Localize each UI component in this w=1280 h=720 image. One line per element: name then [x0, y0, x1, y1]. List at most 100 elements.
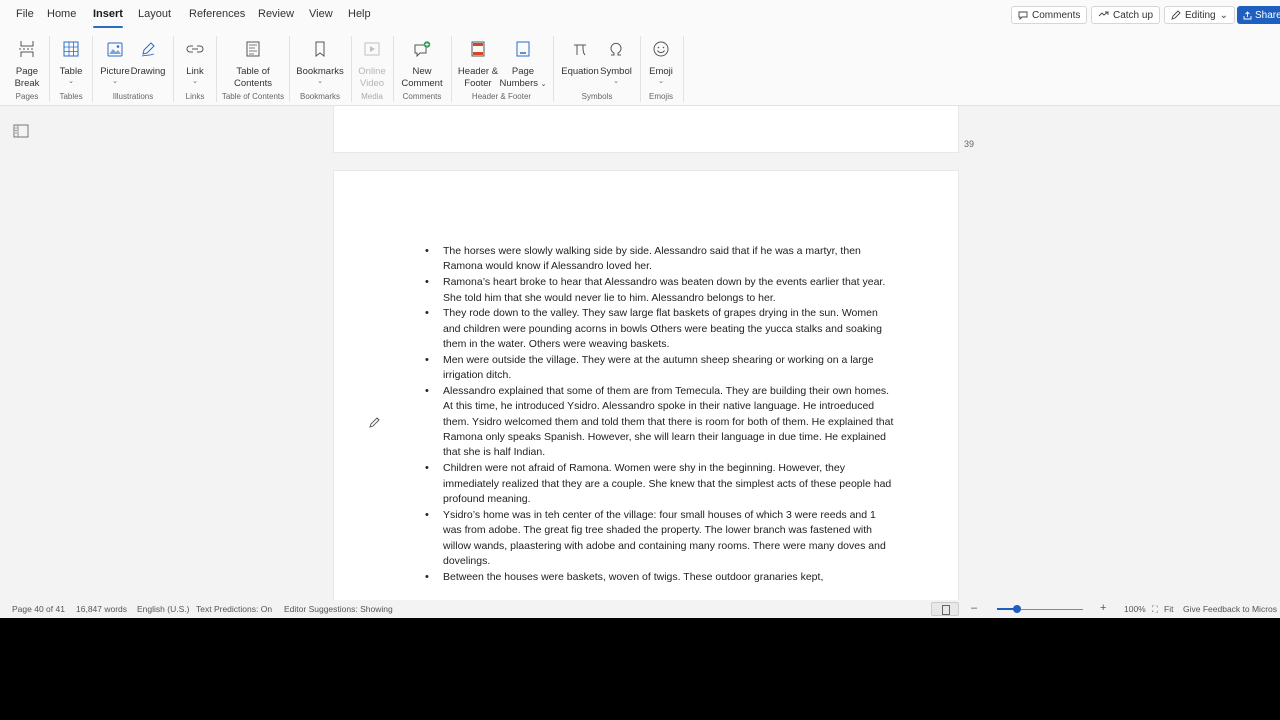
new-comment-label-1: New [412, 66, 432, 77]
page-count[interactable]: Page 40 of 41 [12, 604, 65, 614]
tab-file[interactable]: File [16, 8, 34, 20]
list-item[interactable]: Ramona’s heart broke to hear that Alessa… [425, 275, 895, 306]
group-symbols: Symbols [581, 92, 613, 101]
tab-layout[interactable]: Layout [138, 8, 171, 20]
header-footer-label-1: Header & [457, 66, 499, 77]
page-numbers-button[interactable]: Page Numbers ⌄ [498, 38, 548, 91]
drawing-button[interactable]: Drawing [130, 38, 166, 78]
menu-bar: File Home Insert Layout References Revie… [0, 0, 1280, 30]
bullet-list[interactable]: The horses were slowly walking side by s… [425, 244, 895, 585]
group-comments: Comments [402, 92, 442, 101]
pencil-icon [1171, 10, 1181, 20]
toc-button[interactable]: Table of Contents [226, 38, 280, 90]
share-button[interactable]: Share [1237, 6, 1280, 24]
list-item[interactable]: Between the houses were baskets, woven o… [425, 570, 895, 586]
feedback-link[interactable]: Give Feedback to Micros [1183, 604, 1277, 614]
pen-cursor-icon [369, 417, 380, 428]
page-break-label-1: Page [15, 66, 39, 77]
picture-label: Picture [100, 66, 130, 77]
drawing-icon [141, 42, 155, 57]
editor-suggestions-status[interactable]: Editor Suggestions: Showing [284, 604, 393, 614]
group-header-footer: Header & Footer [471, 92, 532, 101]
equation-label: Equation [561, 66, 599, 77]
group-illustrations: Illustrations [112, 92, 154, 101]
editing-mode-button[interactable]: Editing ⌄ [1164, 6, 1235, 24]
insert-ribbon: Page Break Pages Table ⌄ Tables Picture … [0, 30, 1280, 106]
fit-icon[interactable]: ⛶ [1152, 604, 1158, 615]
page-numbers-label-1: Page [511, 66, 535, 77]
tab-home[interactable]: Home [47, 8, 76, 20]
link-button[interactable]: Link ⌄ [181, 38, 209, 86]
emoji-label: Emoji [649, 66, 673, 77]
chevron-down-icon: ⌄ [1219, 9, 1228, 21]
chevron-down-icon: ⌄ [112, 78, 118, 85]
tab-help[interactable]: Help [348, 8, 371, 20]
tab-view[interactable]: View [309, 8, 333, 20]
group-pages: Pages [15, 92, 39, 101]
zoom-level[interactable]: 100% [1124, 604, 1146, 614]
group-media: Media [361, 92, 383, 101]
pi-icon [574, 44, 586, 56]
catch-up-icon [1098, 11, 1109, 16]
symbol-button[interactable]: Symbol ⌄ [598, 38, 634, 86]
list-item[interactable]: They rode down to the valley. They saw l… [425, 306, 895, 352]
table-icon [63, 41, 79, 57]
page-number-label: 39 [964, 139, 975, 149]
group-bookmarks: Bookmarks [299, 92, 340, 101]
group-tables: Tables [59, 92, 83, 101]
catch-up-label: Catch up [1113, 9, 1154, 21]
tab-insert[interactable]: Insert [93, 8, 123, 20]
group-links: Links [185, 92, 205, 101]
page-break-icon [19, 41, 35, 57]
chevron-down-icon: ⌄ [317, 78, 323, 85]
status-bar: Page 40 of 41 16,847 words English (U.S.… [0, 600, 1280, 618]
page-break-button[interactable]: Page Break [12, 38, 42, 90]
list-item[interactable]: Men were outside the village. They were … [425, 353, 895, 384]
catch-up-button[interactable]: Catch up [1091, 6, 1161, 24]
navigation-pane-icon[interactable] [13, 124, 29, 138]
header-footer-icon [471, 41, 485, 57]
print-layout-view-button[interactable] [931, 602, 959, 616]
chevron-down-icon: ⌄ [68, 78, 74, 85]
header-footer-button[interactable]: Header & Footer [455, 38, 501, 90]
bookmarks-button[interactable]: Bookmarks ⌄ [295, 38, 345, 86]
chevron-down-icon: ⌄ [613, 78, 619, 85]
zoom-slider-thumb[interactable] [1013, 605, 1021, 613]
list-item[interactable]: Ysidro’s home was in teh center of the v… [425, 508, 895, 570]
list-item[interactable]: Alessandro explained that some of them a… [425, 384, 895, 461]
word-app-window: File Home Insert Layout References Revie… [0, 0, 1280, 618]
comments-button[interactable]: Comments [1011, 6, 1088, 24]
zoom-in-icon[interactable]: + [1100, 602, 1106, 614]
list-item[interactable]: Children were not afraid of Ramona. Wome… [425, 461, 895, 507]
picture-button[interactable]: Picture ⌄ [98, 38, 132, 86]
equation-button[interactable]: Equation [560, 38, 600, 78]
active-tab-indicator [93, 26, 123, 28]
tab-references[interactable]: References [189, 8, 245, 20]
word-count[interactable]: 16,847 words [76, 604, 127, 614]
share-label: Share [1255, 9, 1280, 21]
chevron-down-icon: ⌄ [658, 78, 664, 85]
tab-review[interactable]: Review [258, 8, 294, 20]
toc-label-1: Table of [236, 66, 270, 77]
new-comment-label-2: Comment [401, 78, 443, 89]
language-status[interactable]: English (U.S.) [137, 604, 189, 614]
list-item[interactable]: The horses were slowly walking side by s… [425, 244, 895, 275]
comments-label: Comments [1032, 9, 1081, 21]
zoom-out-icon[interactable]: – [971, 602, 977, 614]
fit-button[interactable]: Fit [1164, 604, 1173, 614]
chevron-down-icon: ⌄ [540, 81, 547, 88]
emoji-button[interactable]: Emoji ⌄ [646, 38, 676, 86]
online-video-button[interactable]: Online Video [356, 38, 388, 90]
share-icon [1243, 10, 1252, 19]
group-emojis: Emojis [648, 92, 673, 101]
text-predictions-status[interactable]: Text Predictions: On [196, 604, 272, 614]
omega-icon [610, 43, 622, 56]
table-label: Table [59, 66, 83, 77]
smiley-icon [653, 41, 669, 57]
bookmark-icon [315, 41, 325, 57]
new-comment-button[interactable]: New Comment [399, 38, 445, 90]
table-button[interactable]: Table ⌄ [55, 38, 87, 86]
chevron-down-icon: ⌄ [192, 78, 198, 85]
page-numbers-label-2: Numbers [499, 78, 539, 89]
new-comment-icon [414, 41, 431, 57]
